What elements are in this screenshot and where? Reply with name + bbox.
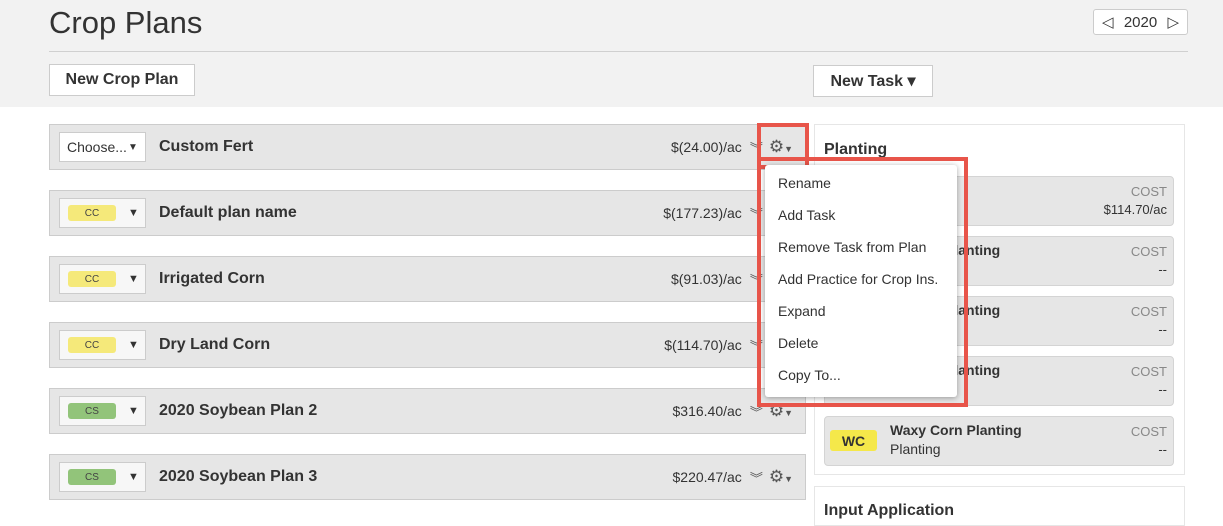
crop-select[interactable]: Choose... ▼ [59,132,146,162]
crop-plan-row: Choose... ▼ Custom Fert $(24.00)/ac ︾ ⚙▼ [49,124,806,170]
menu-item[interactable]: Add Practice for Crop Ins. [765,267,957,299]
expand-chevrons-icon[interactable]: ︾ [750,468,763,487]
crop-select[interactable]: CS ▼ [59,396,146,426]
crop-plan-row: CS ▼ 2020 Soybean Plan 2 $316.40/ac ︾ ⚙▼ [49,388,806,434]
crop-badge: CC [68,271,116,287]
chevron-down-icon: ▼ [128,339,139,351]
menu-item[interactable]: Rename [765,171,957,203]
page-title: Crop Plans [49,5,203,40]
cost-value: -- [1158,382,1167,397]
plan-cost: $316.40/ac [672,403,742,419]
plan-name: Default plan name [159,204,297,221]
divider [49,51,1188,52]
new-task-button[interactable]: New Task ▾ [813,65,933,97]
plan-cost: $(114.70)/ac [664,337,742,353]
cost-value: $114.70/ac [1103,202,1167,217]
crop-plan-row: CS ▼ 2020 Soybean Plan 3 $220.47/ac ︾ ⚙▼ [49,454,806,500]
gear-icon[interactable]: ⚙▼ [769,467,793,487]
crop-badge: CS [68,469,116,485]
cost-label: COST [1130,364,1167,379]
cost-value: -- [1158,322,1167,337]
chevron-down-icon: ▼ [128,207,139,219]
plan-name: 2020 Soybean Plan 3 [159,468,318,485]
panel-title: Input Application [824,502,955,519]
select-value: Choose... [67,139,127,155]
chevron-down-icon: ▼ [128,405,139,417]
cost-label: COST [1130,424,1167,439]
cost-value: -- [1158,442,1167,457]
crop-badge: CC [68,205,116,221]
menu-item[interactable]: Add Task [765,203,957,235]
plan-actions-menu: Rename Add Task Remove Task from Plan Add P… [765,165,957,397]
plan-name: Custom Fert [159,138,254,155]
task-card[interactable]: COST -- WC Waxy Corn Planting Planting [824,416,1174,466]
crop-select[interactable]: CC ▼ [59,198,146,228]
plan-cost: $220.47/ac [672,469,742,485]
year-value: 2020 [1123,13,1158,31]
crop-badge: CS [68,403,116,419]
crop-badge: CC [68,337,116,353]
plan-name: 2020 Soybean Plan 2 [159,402,318,419]
year-selector: ◁ 2020 ▷ [1093,9,1188,35]
chevron-down-icon: ▼ [128,471,139,483]
chevron-down-icon: ▼ [128,273,139,285]
new-crop-plan-button[interactable]: New Crop Plan [49,64,195,96]
crop-plan-row: CC▼ Dry Land Corn $(114.70)/ac ︾ ⚙▼ [49,322,806,368]
cost-label: COST [1130,304,1167,319]
cost-value: -- [1158,262,1167,277]
prev-year-icon[interactable]: ◁ [1102,13,1114,31]
crop-select[interactable]: CS ▼ [59,462,146,492]
cost-label: COST [1130,244,1167,259]
header: Crop Plans ◁ 2020 ▷ New Crop Plan New Ta… [0,0,1223,107]
crop-select[interactable]: CC ▼ [59,264,146,294]
plan-cost: $(91.03)/ac [670,271,742,287]
task-name: Waxy Corn Planting [890,422,1022,438]
chevron-down-icon: ▼ [127,141,138,153]
menu-item[interactable]: Copy To... [765,363,957,395]
menu-item[interactable]: Delete [765,331,957,363]
crop-plan-row: CC▼ Irrigated Corn $(91.03)/ac ︾ ⚙▼ [49,256,806,302]
crop-select[interactable]: CC ▼ [59,330,146,360]
plan-name: Irrigated Corn [159,270,265,287]
task-type: Planting [890,441,941,457]
plan-cost: $(177.23)/ac [663,205,742,221]
input-application-panel: Input Application [814,486,1185,526]
menu-item[interactable]: Remove Task from Plan [765,235,957,267]
menu-item[interactable]: Expand [765,299,957,331]
plan-name: Dry Land Corn [159,336,271,353]
crop-badge: WC [830,430,877,451]
plan-cost: $(24.00)/ac [670,139,742,155]
cost-label: COST [1130,184,1167,199]
next-year-icon[interactable]: ▷ [1167,13,1179,31]
crop-plan-row: CC▼ Default plan name $(177.23)/ac ︾ ⚙▼ [49,190,806,236]
